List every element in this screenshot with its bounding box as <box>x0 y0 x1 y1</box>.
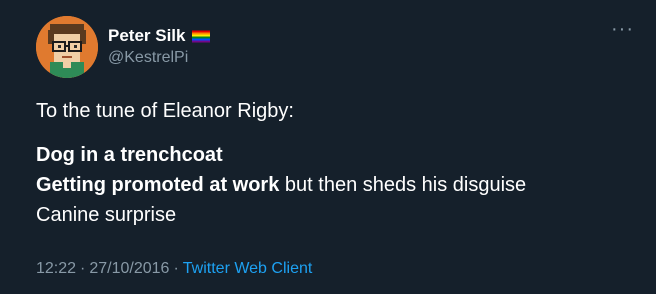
meta-separator: · <box>80 260 86 277</box>
user-info: Peter Silk @KestrelPi <box>108 26 210 68</box>
tweet-header: Peter Silk @KestrelPi <box>36 16 210 78</box>
tweet-line-3: Canine surprise <box>36 204 177 226</box>
tweet-card: Peter Silk @KestrelPi ··· To the tune of… <box>0 0 656 294</box>
tweet-intro-line: To the tune of Eleanor Rigby: <box>36 100 294 122</box>
pixel-avatar-icon[interactable] <box>36 16 98 78</box>
tweet-line-2: Getting promoted at work but then sheds … <box>36 170 636 200</box>
tweet-line-1: Dog in a trenchcoat <box>36 144 223 166</box>
meta-separator: · <box>173 260 179 277</box>
rainbow-flag-icon <box>191 30 210 43</box>
display-name[interactable]: Peter Silk <box>108 26 186 46</box>
tweet-body: To the tune of Eleanor Rigby: Dog in a t… <box>36 96 636 230</box>
tweet-date[interactable]: 27/10/2016 <box>89 260 169 277</box>
tweet-time[interactable]: 12:22 <box>36 260 76 277</box>
tweet-meta: 12:22 · 27/10/2016 · Twitter Web Client <box>36 258 312 280</box>
more-options-icon[interactable]: ··· <box>611 19 634 39</box>
tweet-line-2-strong: Getting promoted at work <box>36 174 280 196</box>
name-row: Peter Silk <box>108 26 210 46</box>
user-handle[interactable]: @KestrelPi <box>108 48 210 68</box>
tweet-client-link[interactable]: Twitter Web Client <box>183 260 313 277</box>
tweet-line-2-rest: but then sheds his disguise <box>279 174 527 196</box>
